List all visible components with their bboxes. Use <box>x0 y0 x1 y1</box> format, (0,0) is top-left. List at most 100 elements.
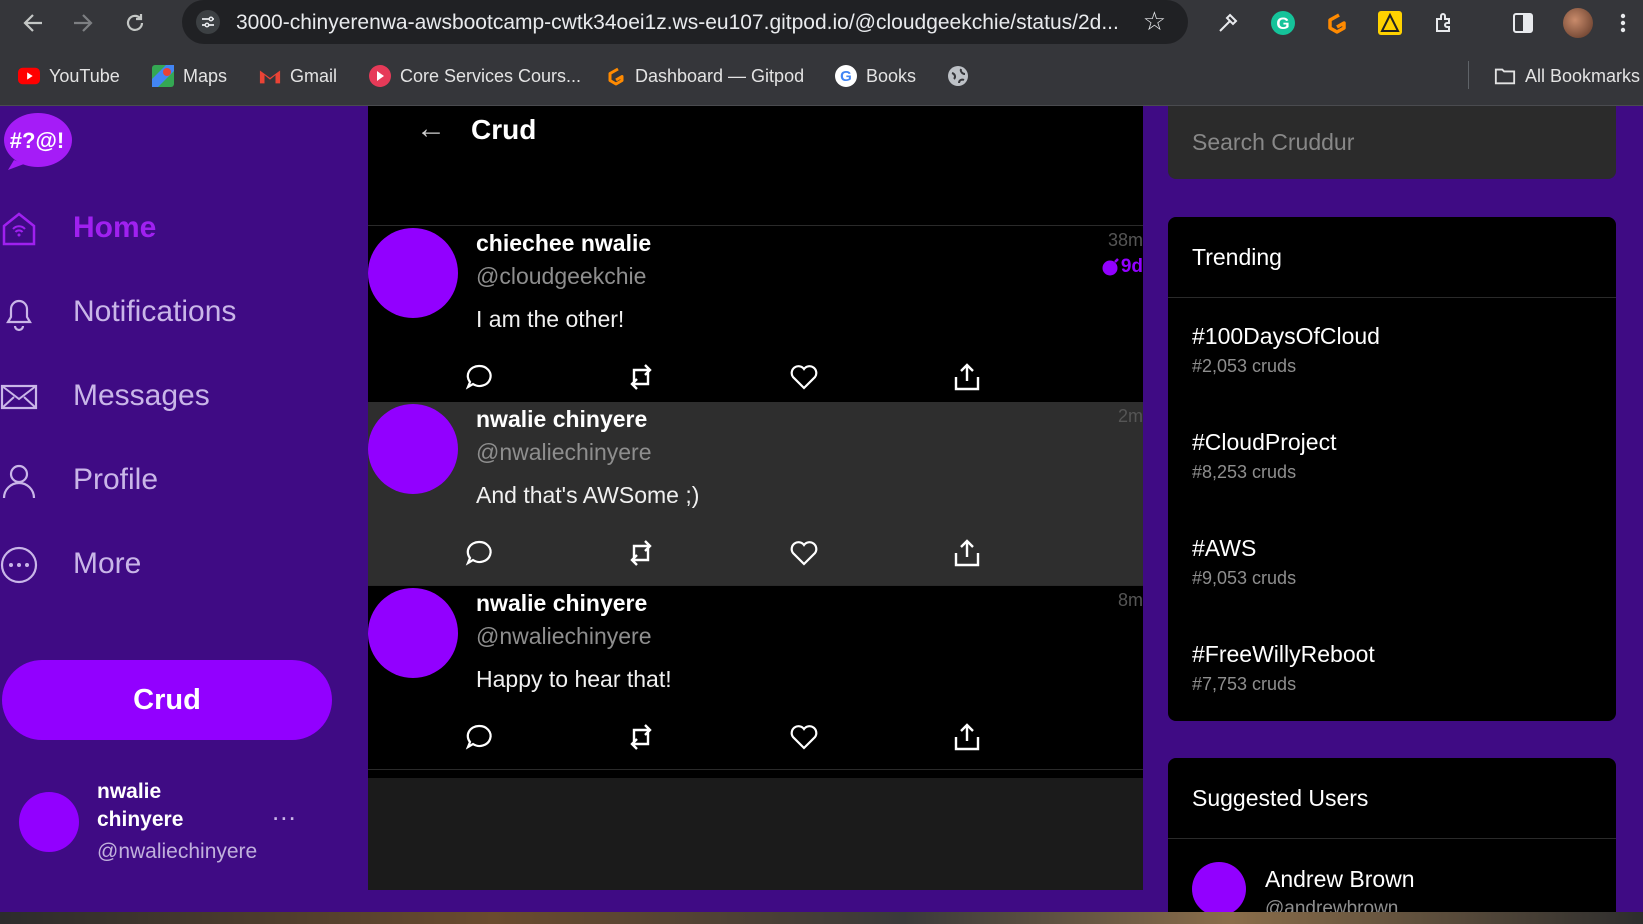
bookmark-label: Core Services Cours... <box>400 65 582 86</box>
back-icon[interactable] <box>16 6 50 40</box>
svg-text:G: G <box>840 68 852 85</box>
current-user-avatar[interactable] <box>19 792 79 852</box>
globe-icon <box>947 65 969 87</box>
share-icon[interactable] <box>952 362 982 392</box>
activity-time: 2m <box>1117 406 1143 426</box>
suggested-title: Suggested Users <box>1192 785 1369 811</box>
activity-handle[interactable]: @nwaliechinyere <box>476 623 652 650</box>
svg-text:G: G <box>1276 14 1289 33</box>
trend-tag: #CloudProject <box>1192 429 1337 455</box>
bookmark-gmail[interactable]: Gmail <box>259 62 337 90</box>
activity-display-name[interactable]: nwalie chinyere <box>476 590 647 617</box>
bookmark-label: Gmail <box>290 65 338 86</box>
bookmark-youtube[interactable]: YouTube <box>18 62 120 90</box>
feed-empty-area <box>368 778 1143 890</box>
trend-count: #7,753 cruds <box>1192 674 1297 694</box>
activity-display-name[interactable]: chiechee nwalie <box>476 230 651 257</box>
suggested-user-name[interactable]: Andrew Brown <box>1265 866 1415 893</box>
page-title: Crud <box>471 114 537 145</box>
bomb-icon <box>1102 258 1119 276</box>
bookmarks-divider <box>1468 61 1469 89</box>
main-feed: ← Crud chiechee nwalie @cloudgeekchie I … <box>368 106 1143 890</box>
youtube-icon <box>18 65 40 87</box>
trend-item[interactable]: #100DaysOfCloud #2,053 cruds <box>1192 323 1592 393</box>
activity-avatar[interactable] <box>368 404 458 494</box>
share-icon[interactable] <box>952 538 982 568</box>
trend-count: #9,053 cruds <box>1192 568 1297 588</box>
url-text[interactable]: 3000-chinyerenwa-awsbootcamp-cwtk34oei1z… <box>236 11 1119 35</box>
bookmark-globe[interactable] <box>947 62 978 90</box>
eyedropper-icon[interactable] <box>1213 8 1243 38</box>
cruddur-app: #?@! Home Notifications Messages Profile… <box>0 106 1643 924</box>
bookmark-star-icon[interactable]: ☆ <box>1143 6 1166 37</box>
crud-button[interactable]: Crud <box>2 660 332 740</box>
browser-menu-icon[interactable] <box>1608 8 1638 38</box>
nav-label: Messages <box>73 379 210 412</box>
folder-icon <box>1494 65 1516 87</box>
gitpod-extension-icon[interactable] <box>1320 8 1350 38</box>
forward-icon[interactable] <box>66 6 100 40</box>
bookmark-label: Books <box>866 65 917 86</box>
activity-handle[interactable]: @nwaliechinyere <box>476 439 652 466</box>
back-arrow-button[interactable]: ← <box>416 112 446 146</box>
maps-icon <box>152 65 174 87</box>
activity-expires-text: 9d <box>1120 256 1143 277</box>
activity-avatar[interactable] <box>368 228 458 318</box>
bookmark-core-services[interactable]: Core Services Cours... <box>369 62 581 90</box>
warning-extension-icon[interactable] <box>1375 8 1405 38</box>
feed-header: ← Crud <box>368 106 1143 226</box>
activity-time: 38m <box>1107 230 1143 250</box>
current-user-handle: @nwaliechinyere <box>97 840 258 863</box>
repost-icon[interactable] <box>626 722 656 752</box>
divider <box>1168 297 1616 298</box>
trend-item[interactable]: #CloudProject #8,253 cruds <box>1192 429 1592 499</box>
suggested-users-panel: Suggested Users Andrew Brown @andrewbrow… <box>1168 758 1616 924</box>
repost-icon[interactable] <box>626 362 656 392</box>
nav-label: Notifications <box>73 295 237 328</box>
reply-icon[interactable] <box>464 362 494 392</box>
side-panel-icon[interactable] <box>1508 8 1538 38</box>
reload-icon[interactable] <box>118 6 152 40</box>
activity-handle[interactable]: @cloudgeekchie <box>476 263 646 290</box>
all-bookmarks[interactable]: All Bookmarks <box>1494 62 1640 90</box>
gitpod-icon <box>604 65 626 87</box>
envelope-icon <box>0 384 38 410</box>
site-settings-icon[interactable] <box>196 10 220 34</box>
activity-avatar[interactable] <box>368 588 458 678</box>
activity-item[interactable]: nwalie chinyere @nwaliechinyere Happy to… <box>368 586 1143 770</box>
address-bar[interactable]: 3000-chinyerenwa-awsbootcamp-cwtk34oei1z… <box>182 0 1188 44</box>
bookmarks-bar: YouTube Maps Gmail Core Services Cours..… <box>0 47 1643 106</box>
reply-icon[interactable] <box>464 722 494 752</box>
activity-item[interactable]: chiechee nwalie @cloudgeekchie I am the … <box>368 226 1143 410</box>
suggested-user-avatar[interactable] <box>1192 862 1246 916</box>
repost-icon[interactable] <box>626 538 656 568</box>
trend-item[interactable]: #FreeWillyReboot #7,753 cruds <box>1192 641 1592 711</box>
current-user-more-button[interactable]: ... <box>272 796 297 827</box>
trend-tag: #AWS <box>1192 535 1257 561</box>
current-user-name: nwalie chinyere <box>97 780 184 831</box>
trend-tag: #FreeWillyReboot <box>1192 641 1375 667</box>
activity-item[interactable]: nwalie chinyere @nwaliechinyere And that… <box>368 402 1143 586</box>
grammarly-icon[interactable]: G <box>1268 8 1298 38</box>
bookmark-books[interactable]: G Books <box>835 62 916 90</box>
like-icon[interactable] <box>789 362 819 392</box>
activity-expires: 9d <box>1101 256 1143 278</box>
trending-panel: Trending #100DaysOfCloud #2,053 cruds #C… <box>1168 217 1616 721</box>
search-input[interactable] <box>1168 106 1616 179</box>
course-icon <box>369 65 391 87</box>
bookmark-gitpod-dashboard[interactable]: Dashboard — Gitpod <box>604 62 804 90</box>
more-circle-icon <box>0 546 38 584</box>
cruddur-logo[interactable]: #?@! <box>2 112 72 172</box>
extensions-puzzle-icon[interactable] <box>1430 8 1460 38</box>
profile-avatar-icon[interactable] <box>1563 8 1593 38</box>
activity-display-name[interactable]: nwalie chinyere <box>476 406 647 433</box>
bookmark-maps[interactable]: Maps <box>152 62 227 90</box>
bell-icon <box>6 299 32 332</box>
like-icon[interactable] <box>789 722 819 752</box>
like-icon[interactable] <box>789 538 819 568</box>
trend-tag: #100DaysOfCloud <box>1192 323 1380 349</box>
all-bookmarks-label: All Bookmarks <box>1525 65 1641 86</box>
trend-item[interactable]: #AWS #9,053 cruds <box>1192 535 1592 605</box>
reply-icon[interactable] <box>464 538 494 568</box>
share-icon[interactable] <box>952 722 982 752</box>
